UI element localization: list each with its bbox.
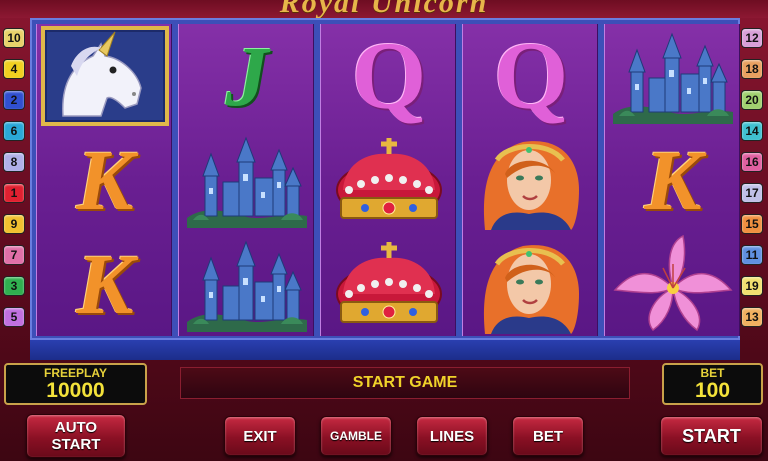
reels-frame: KKJ Q Q K <box>30 18 740 340</box>
line-marker: 15 <box>741 214 763 234</box>
reel-3: Q <box>320 24 456 336</box>
line-marker: 13 <box>741 307 763 327</box>
line-marker: 6 <box>3 121 25 141</box>
symbol-letter: K <box>76 236 134 332</box>
line-marker: 7 <box>3 245 25 265</box>
reel-2: J <box>178 24 314 336</box>
crown-icon <box>321 128 457 232</box>
line-marker: 11 <box>741 245 763 265</box>
line-marker: 19 <box>741 276 763 296</box>
message-bar: START GAME <box>180 367 630 399</box>
bet-box: BET 100 <box>662 363 763 405</box>
lily-icon <box>605 232 741 336</box>
line-marker: 10 <box>3 28 25 48</box>
symbol-letter: K <box>76 132 134 228</box>
crown-icon <box>321 232 457 336</box>
line-marker: 17 <box>741 183 763 203</box>
letter-j-symbol: J <box>179 24 315 128</box>
line-marker: 3 <box>3 276 25 296</box>
line-marker: 4 <box>3 59 25 79</box>
symbol-letter: Q <box>493 22 569 129</box>
line-marker: 14 <box>741 121 763 141</box>
reel-1: KK <box>36 24 172 336</box>
castle-icon <box>179 128 315 232</box>
start-button[interactable]: START <box>660 416 763 456</box>
symbol-letter: K <box>644 132 702 228</box>
symbol-letter: J <box>225 28 269 124</box>
reel-5: K <box>604 24 740 336</box>
line-marker: 20 <box>741 90 763 110</box>
princess-icon <box>463 128 599 232</box>
lines-button[interactable]: LINES <box>416 416 488 456</box>
message-text: START GAME <box>352 374 458 391</box>
letter-k-symbol: K <box>37 128 173 232</box>
freeplay-label: FREEPLAY <box>44 365 107 380</box>
line-marker: 8 <box>3 152 25 172</box>
line-marker: 9 <box>3 214 25 234</box>
unicorn-icon <box>37 24 173 128</box>
line-marker: 16 <box>741 152 763 172</box>
game-title: Royal Unicorn <box>279 0 489 18</box>
letter-q-symbol: Q <box>321 24 457 128</box>
castle-icon <box>179 232 315 336</box>
princess-icon <box>463 232 599 336</box>
letter-k-symbol: K <box>605 128 741 232</box>
line-marker: 5 <box>3 307 25 327</box>
castle-icon <box>605 24 741 128</box>
exit-button[interactable]: EXIT <box>224 416 296 456</box>
letter-q-symbol: Q <box>463 24 599 128</box>
bet-value: 100 <box>694 378 731 402</box>
auto-start-button[interactable]: AUTO START <box>26 414 126 458</box>
bet-button[interactable]: BET <box>512 416 584 456</box>
symbol-letter: Q <box>351 22 427 129</box>
gamble-button[interactable]: GAMBLE <box>320 416 392 456</box>
bet-label: BET <box>700 365 725 380</box>
freeplay-box: FREEPLAY 10000 <box>4 363 147 405</box>
reels-base-bar <box>30 340 740 360</box>
reel-4: Q <box>462 24 598 336</box>
letter-k-symbol: K <box>37 232 173 336</box>
freeplay-value: 10000 <box>46 378 105 402</box>
line-marker: 12 <box>741 28 763 48</box>
line-marker: 18 <box>741 59 763 79</box>
line-marker: 2 <box>3 90 25 110</box>
title-strip: Royal Unicorn <box>0 0 768 18</box>
line-marker: 1 <box>3 183 25 203</box>
